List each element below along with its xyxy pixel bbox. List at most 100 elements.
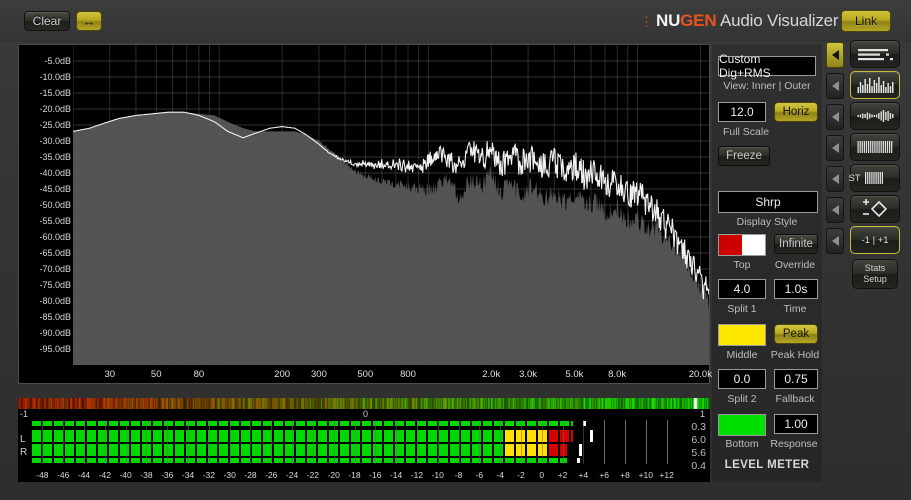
meter-segment: [32, 458, 41, 463]
meter-segment: [87, 444, 96, 456]
waveform-icon: [857, 110, 894, 122]
meter-segment: [230, 421, 239, 426]
split1-label: Split 1: [727, 303, 757, 315]
meter-segment: [340, 444, 349, 456]
orientation-button[interactable]: Horiz: [774, 102, 818, 122]
meter-segment: [120, 421, 129, 426]
top-color-swatch[interactable]: [718, 234, 766, 256]
rail-expand-spectrum-bars-icon[interactable]: [826, 73, 844, 99]
meter-gridline: [562, 420, 564, 464]
level-meter[interactable]: L R -48 -46 -44 -42 -40 -38 -36 -34 -32 -30 -28 -26…: [18, 420, 710, 482]
stereo-spectrum-button[interactable]: ST: [848, 164, 900, 192]
rail-expand-waveform-icon[interactable]: [826, 104, 844, 130]
full-scale-label: Full Scale: [722, 126, 770, 138]
y-axis-tick: -55.0dB: [39, 216, 71, 226]
y-axis-tick: -75.0dB: [39, 280, 71, 290]
rail-expand-correlation-icon[interactable]: [826, 228, 844, 254]
x-axis-tick: 2.0k: [482, 369, 501, 380]
rail-expand-goniometer-icon[interactable]: [826, 197, 844, 223]
rail-expand-spectrogram-icon[interactable]: [826, 135, 844, 161]
display-style-field[interactable]: Shrp: [718, 191, 818, 213]
meter-gridline: [541, 420, 543, 464]
time-field[interactable]: 1.0s: [774, 279, 818, 299]
split2-field[interactable]: 0.0: [718, 369, 766, 389]
meter-gridline: [146, 420, 148, 464]
meter-db-tick: -34: [181, 470, 195, 480]
spectrum-bars-button[interactable]: [850, 71, 900, 99]
override-button[interactable]: Infinite: [774, 234, 818, 254]
meter-segment: [362, 430, 371, 442]
preset-field[interactable]: Custom Dig+RMS: [718, 52, 816, 80]
meter-segment: [351, 458, 360, 463]
meter-segment: [219, 430, 228, 442]
meter-segment: [109, 430, 118, 442]
clear-button[interactable]: Clear: [24, 11, 70, 31]
stereo-label: ST: [848, 172, 861, 184]
meter-segment: [417, 430, 426, 442]
spectrum-plot-area[interactable]: [73, 45, 709, 365]
meter-segment: [164, 458, 173, 463]
correlation-button[interactable]: -1 | +1: [850, 226, 900, 254]
goniometer-button[interactable]: [850, 195, 900, 223]
meter-segment: [439, 444, 448, 456]
meter-gridline: [312, 420, 314, 464]
meter-db-tick: -4: [496, 470, 504, 480]
meter-segment: [219, 421, 228, 426]
meter-segment: [219, 444, 228, 456]
meter-segment: [560, 430, 569, 442]
meter-segment: [549, 430, 558, 442]
goniometer-icon: [863, 199, 888, 218]
meter-segment: [164, 430, 173, 442]
meter-segment: [318, 458, 327, 463]
meter-segment: [340, 421, 349, 426]
meter-segment: [483, 458, 492, 463]
spectrum-bars-icon: [857, 77, 894, 93]
chevron-left-icon: [831, 112, 839, 122]
freeze-button[interactable]: Freeze: [718, 146, 770, 166]
meter-segment: [527, 421, 536, 426]
chevron-left-icon: [831, 174, 839, 184]
stats-setup-button[interactable]: Stats Setup: [852, 259, 898, 289]
meter-segment: [406, 430, 415, 442]
meter-segment: [428, 458, 437, 463]
meter-segment: [65, 444, 74, 456]
bottom-color-swatch[interactable]: [718, 414, 766, 436]
override-label: Override: [774, 259, 816, 271]
meter-gridline: [437, 420, 439, 464]
correlation-bar: [18, 398, 710, 409]
link-button[interactable]: Link: [841, 10, 891, 32]
response-field[interactable]: 1.00: [774, 414, 818, 434]
meter-segment: [252, 444, 261, 456]
full-scale-field[interactable]: 12.0: [718, 102, 766, 122]
x-axis-tick: 80: [193, 369, 205, 380]
meter-segment: [439, 421, 448, 426]
meter-segment: [32, 430, 41, 442]
split1-field[interactable]: 4.0: [718, 279, 766, 299]
meter-segment: [494, 458, 503, 463]
chevron-left-icon: [831, 236, 839, 246]
view-label[interactable]: View: Inner | Outer: [712, 80, 822, 92]
meter-db-tick: +12: [659, 470, 674, 480]
middle-color-swatch[interactable]: [718, 324, 766, 346]
rail-expand-levels-icon[interactable]: [826, 42, 844, 68]
meter-segment: [32, 444, 41, 456]
meter-gridline: [645, 420, 647, 464]
spectrum-graph[interactable]: -5.0dB -10.0dB -15.0dB -20.0dB -25.0dB -30.0d…: [18, 44, 712, 384]
spectrogram-button[interactable]: [850, 133, 900, 161]
meter-segment: [549, 458, 558, 463]
meter-segment: [230, 444, 239, 456]
fallback-field[interactable]: 0.75: [774, 369, 818, 389]
meter-segment: [384, 430, 393, 442]
peak-hold-button[interactable]: Peak: [774, 324, 818, 344]
levels-button[interactable]: [850, 40, 900, 68]
meter-segment: [428, 421, 437, 426]
meter-segment: [527, 444, 536, 456]
correlation-history[interactable]: -1 0 1: [18, 398, 710, 420]
rail-expand-stereo-spectrum-icon[interactable]: [826, 166, 844, 192]
meter-segment: [164, 444, 173, 456]
meter-segment: [230, 458, 239, 463]
horizontal-resize-icon[interactable]: ↔: [76, 11, 102, 31]
waveform-button[interactable]: [850, 102, 900, 130]
meter-segment: [252, 430, 261, 442]
meter-db-tick: -48: [36, 470, 49, 480]
